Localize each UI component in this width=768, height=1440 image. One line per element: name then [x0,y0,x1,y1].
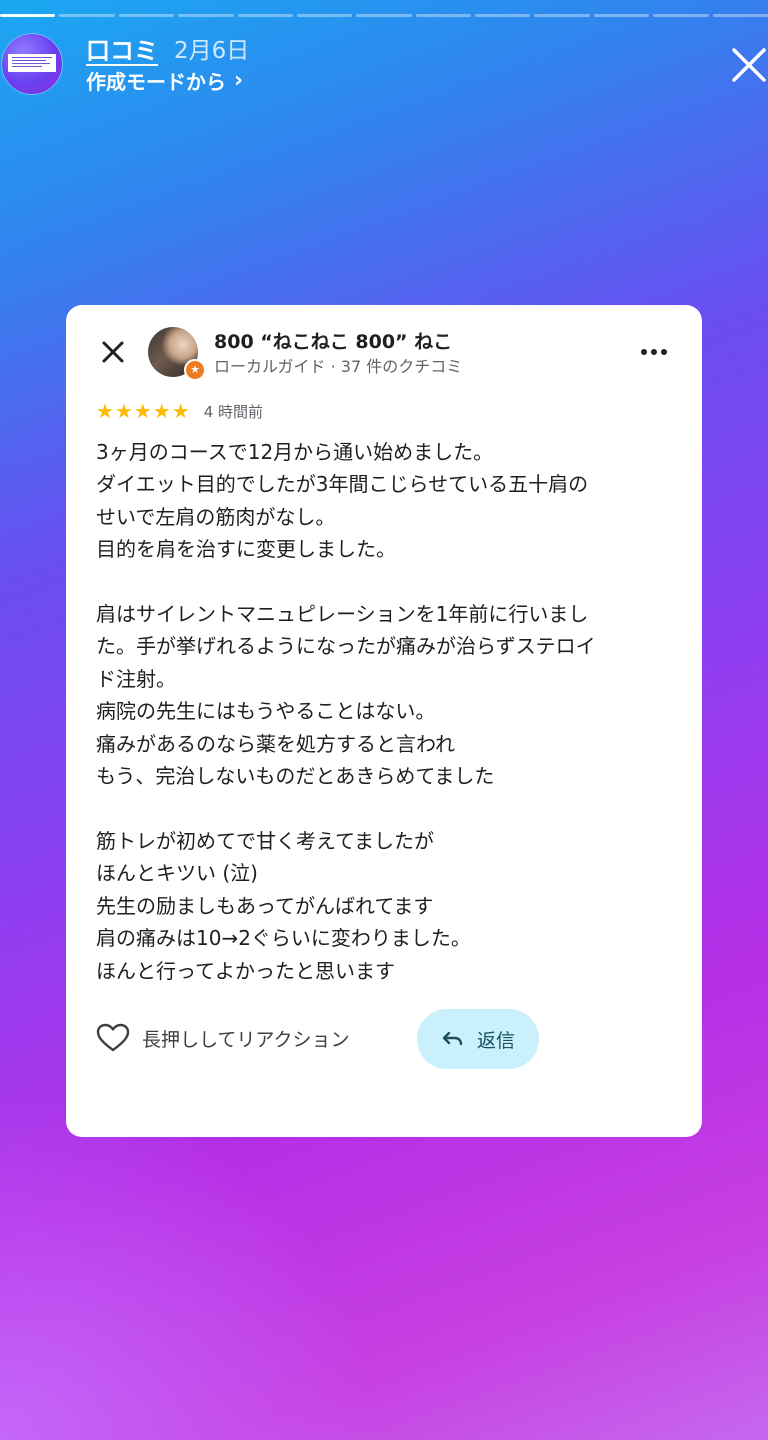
chevron-right-icon: › [234,68,244,93]
close-story-icon[interactable] [728,44,768,86]
star-icon: ★ [171,399,190,423]
reply-button[interactable]: 返信 [417,1009,539,1069]
progress-segment [415,14,472,17]
star-icon: ★ [152,399,171,423]
reaction-button[interactable]: 長押ししてリアクション [96,1023,349,1053]
account-avatar[interactable] [2,34,62,94]
progress-segment [653,14,709,17]
local-guide-star-icon: ★ [184,359,206,381]
progress-segment [59,14,115,17]
post-date: 2月6日 [174,38,250,64]
story-header: 口コミ 2月6日 [86,31,250,66]
progress-segment [712,14,768,17]
more-options-icon[interactable] [636,341,672,363]
rating-row: ★ ★ ★ ★ ★ 4 時間前 [96,400,263,422]
reviewer-name[interactable]: 800 “ねこねこ 800” ねこ [214,327,452,354]
heart-icon [96,1023,130,1052]
star-icon: ★ [96,399,114,423]
star-icon: ★ [114,399,133,423]
progress-segment [296,14,353,17]
reaction-label: 長押ししてリアクション [142,1028,350,1051]
progress-segment [0,14,56,17]
close-icon[interactable] [96,335,130,369]
progress-segment [237,14,293,17]
progress-segment [356,14,412,17]
create-mode-label: 作成モードから [86,70,226,94]
star-rating: ★ ★ ★ ★ ★ [96,400,190,422]
avatar-thumbnail-icon [8,54,56,72]
progress-segment [534,14,590,17]
review-text: 3ヶ月のコースで12月から通い始めました。 ダイエット目的でしたが3年間こじらせ… [96,440,596,983]
reviewer-meta: ローカルガイド · 37 件のクチコミ [214,357,463,376]
account-name-link[interactable]: 口コミ [86,31,158,66]
progress-segment [118,14,175,17]
create-mode-link[interactable]: 作成モードから › [86,66,243,95]
progress-segment [178,14,234,17]
review-card: ★ 800 “ねこねこ 800” ねこ ローカルガイド · 37 件のクチコミ … [66,305,702,1137]
progress-segment [593,14,650,17]
story-progress-bar [0,14,768,18]
progress-segment [475,14,531,17]
reply-label: 返信 [476,1029,515,1052]
review-time: 4 時間前 [203,402,263,421]
star-icon: ★ [133,399,152,423]
reply-arrow-icon [442,1031,463,1046]
